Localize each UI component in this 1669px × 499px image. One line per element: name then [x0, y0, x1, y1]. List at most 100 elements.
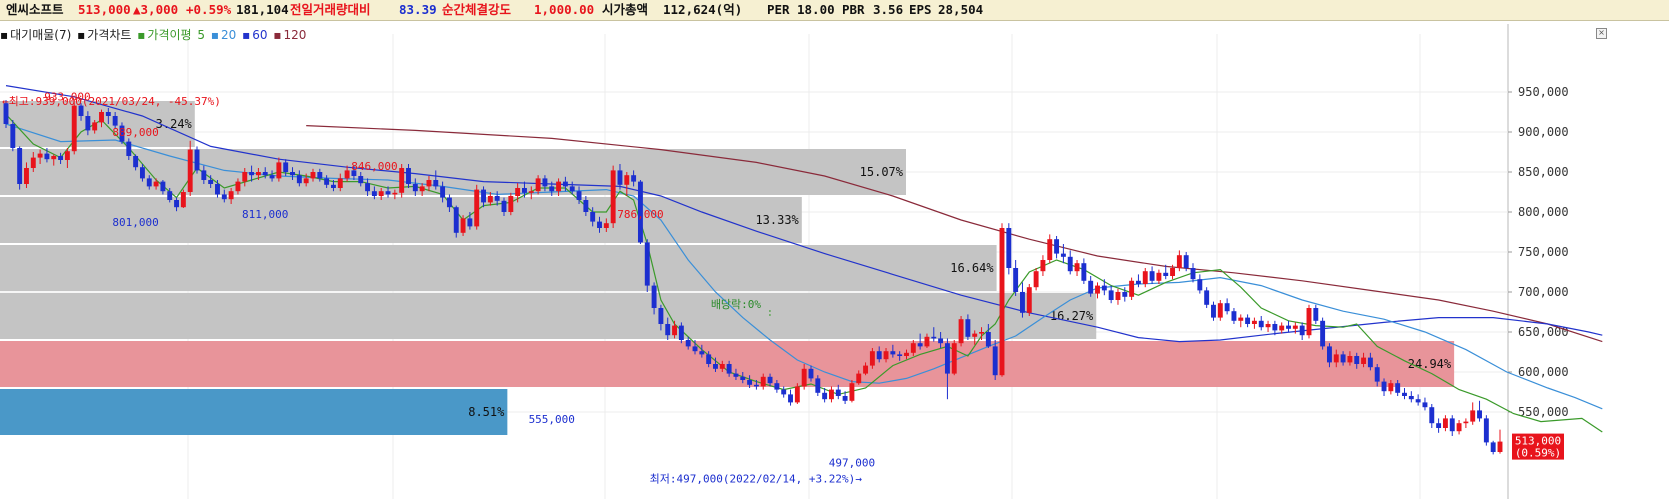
candle-body [828, 389, 834, 400]
candle-body [767, 376, 773, 384]
candle-body [10, 124, 16, 148]
stock-name: 엔씨소프트 [6, 2, 64, 17]
candle-body [1060, 253, 1066, 257]
candle-body [440, 186, 446, 198]
price-annotation: 889,000 [112, 126, 158, 139]
candle-body [979, 332, 984, 334]
candle-body [726, 364, 732, 374]
candle-body [467, 218, 473, 227]
legend-price-chart[interactable]: 가격차트 [87, 28, 131, 42]
candle-body [849, 383, 855, 401]
candle-body [17, 148, 23, 184]
candle-body [733, 373, 739, 377]
candle-body [774, 383, 780, 390]
price-change: ▲3,000 [133, 2, 179, 17]
candle-body [740, 376, 746, 380]
candle-body [1122, 292, 1128, 297]
candle-body [30, 157, 36, 168]
candle-body [412, 184, 418, 192]
candle-body [1040, 260, 1046, 272]
candle-body [938, 338, 944, 344]
candle-body [24, 168, 29, 184]
candle-body [1224, 303, 1230, 312]
candle-body [242, 172, 248, 182]
candle-body [208, 180, 214, 184]
candle-body [999, 228, 1005, 376]
candle-body [37, 153, 43, 158]
volume-profile-bar [0, 389, 508, 435]
legend-ma20[interactable]: 20 [221, 28, 236, 42]
candle-body [215, 184, 220, 195]
stock-info-bar: 엔씨소프트 513,000 ▲3,000 +0.59% 181,104 전일거래… [0, 0, 1669, 21]
candle-body [1340, 354, 1346, 363]
candle-body [1361, 357, 1367, 364]
candle-body [310, 172, 316, 179]
candle-body [801, 368, 807, 387]
candlestick-chart[interactable]: 950,000 900,000 850,000 800,000 750,000 700,0… [0, 24, 1669, 499]
candle-body [1211, 304, 1216, 318]
per-value: 18.00 [797, 2, 835, 17]
candle-body [1415, 399, 1421, 403]
volume-profile-pct-label: 13.33% [755, 213, 799, 227]
candle-body [747, 380, 753, 385]
candle-body [617, 170, 623, 185]
candle-body [808, 368, 814, 379]
candle-body [508, 196, 514, 212]
y-axis-tick-label: 850,000 [1518, 165, 1569, 179]
candle-body [481, 189, 486, 203]
candle-body [262, 172, 268, 176]
candle-body [160, 181, 166, 192]
candle-body [1306, 308, 1312, 336]
volume-profile-pct-label: 16.64% [950, 261, 994, 275]
candle-body [815, 378, 821, 393]
candle-body [58, 156, 64, 160]
price-annotation: 배당락:0% [711, 298, 762, 311]
candle-body [112, 116, 118, 126]
candle-body [794, 386, 800, 403]
candle-body [1115, 292, 1121, 300]
candle-body [1020, 292, 1025, 313]
legend-ma60[interactable]: 60 [252, 28, 267, 42]
candle-body [569, 186, 575, 192]
panel-menu-button[interactable]: × [1596, 28, 1607, 39]
mktcap-label: 시가총액 [602, 2, 649, 17]
price-annotation: 555,000 [529, 413, 575, 426]
candle-body [153, 181, 159, 187]
y-axis-tick-label: 950,000 [1518, 85, 1569, 99]
candle-body [303, 178, 309, 184]
volume-profile-bar [0, 245, 997, 291]
candle-body [535, 178, 541, 192]
legend-ma120[interactable]: 120 [284, 28, 307, 42]
candle-body [174, 200, 180, 208]
price-annotation: ←최고:939,000(2021/03/24, -45.37%) [2, 95, 221, 108]
candle-body [1101, 285, 1107, 291]
chart-legend: ▪ 대기매물(7) ▪ 가격차트 ▪ 가격이평 5 ▪ 20 ▪ 60 ▪ 120 [0, 27, 308, 43]
candle-body [1156, 272, 1162, 281]
candle-body [822, 392, 828, 400]
candle-body [1292, 325, 1298, 329]
candle-body [1463, 421, 1469, 424]
eps-label: EPS [909, 2, 932, 17]
volume-profile-pct-label: 15.07% [860, 165, 904, 179]
candle-body [522, 188, 527, 193]
candle-body [1326, 346, 1332, 363]
candle-body [665, 324, 671, 336]
volume-profile-pct-label: 16.27% [1050, 309, 1094, 323]
candle-body [842, 396, 848, 401]
candle-body [453, 207, 459, 233]
candle-body [1108, 290, 1114, 300]
y-axis-tick-label: 600,000 [1518, 365, 1569, 379]
legend-ma5[interactable]: 5 [197, 28, 205, 42]
candle-body [283, 162, 289, 172]
candle-body [958, 319, 964, 344]
legend-volume-profile[interactable]: 대기매물(7) [10, 28, 71, 42]
candle-body [1429, 407, 1435, 424]
candle-body [276, 162, 282, 179]
candle-body [719, 364, 725, 369]
legend-ma-label[interactable]: 가격이평 [147, 28, 191, 42]
candle-body [378, 191, 384, 196]
candle-body [1313, 308, 1319, 321]
candle-body [1088, 280, 1094, 294]
candle-body [201, 170, 207, 180]
price-annotation: 933,000 [44, 91, 90, 104]
